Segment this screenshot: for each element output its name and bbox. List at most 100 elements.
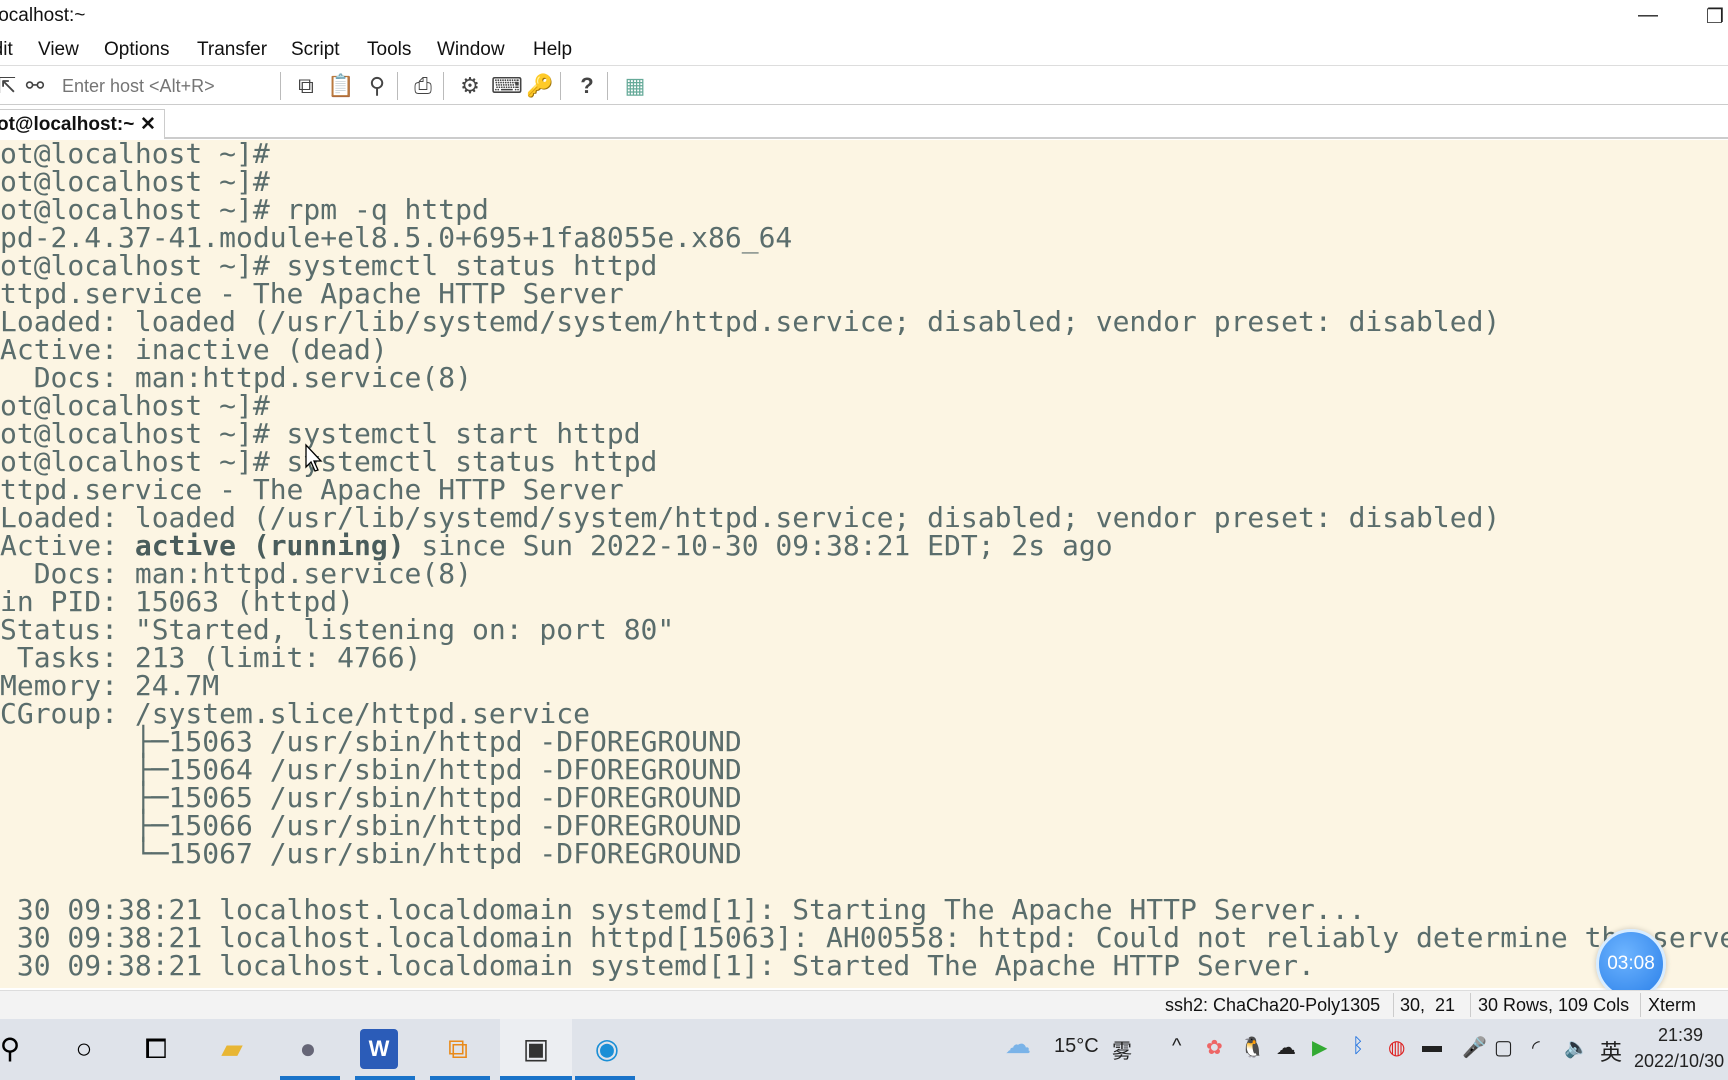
search-icon[interactable]: ⚲ [0, 1029, 32, 1069]
toolbar-divider [443, 72, 444, 100]
wifi-icon[interactable]: ◜ [1532, 1035, 1540, 1060]
running-indicator [575, 1076, 635, 1080]
toolbar-divider [607, 72, 608, 100]
running-indicator [500, 1076, 572, 1080]
terminal-line: Loaded: loaded (/usr/lib/systemd/system/… [0, 308, 1728, 336]
copy-icon[interactable]: ⧉ [291, 72, 321, 100]
menu-help[interactable]: Help [533, 39, 572, 61]
terminal-line: [root@localhost ~]# systemctl start http… [0, 420, 1728, 448]
menu-transfer[interactable]: Transfer [197, 39, 267, 61]
print-icon[interactable]: ⎙ [408, 72, 438, 100]
status-divider [1470, 993, 1471, 1017]
help-icon[interactable]: ? [572, 72, 602, 100]
cipher-status: ssh2: ChaCha20-Poly1305 [1165, 995, 1381, 1015]
weather-icon[interactable]: ☁ [1005, 1029, 1031, 1060]
toolbar: ⇱ ⚯ ⧉ 📋 ⚲ ⎙ ⚙ ⌨ 🔑 ? ▦ [0, 67, 1728, 105]
terminal-text: Oct 30 09:38:21 localhost.localdomain sy… [0, 949, 1315, 982]
task-view-icon[interactable]: ⧠ [134, 1029, 178, 1069]
terminal-line: Tasks: 213 (limit: 4766) [0, 644, 1728, 672]
menu-window[interactable]: Window [437, 39, 505, 61]
paste-icon[interactable]: 📋 [326, 72, 356, 100]
onedrive-off-icon[interactable]: ☁ [1276, 1035, 1296, 1060]
status-bar: ssh2: ChaCha20-Poly1305 30, 21 30 Rows, … [0, 990, 1728, 1019]
title-bar: localhost:~ — ❐ [0, 0, 1728, 34]
find-icon[interactable]: ⚲ [362, 72, 392, 100]
cortana-icon[interactable]: ○ [62, 1029, 106, 1069]
key-icon[interactable]: 🔑 [525, 72, 555, 100]
tab-bar: root@localhost:~ ✕ [0, 106, 1728, 139]
sftp-icon[interactable]: ▦ [620, 72, 650, 100]
mouse-cursor-icon [305, 443, 323, 472]
terminal-line: Active: inactive (dead) [0, 336, 1728, 364]
status-divider [1393, 993, 1394, 1017]
terminal-line: Oct 30 09:38:21 localhost.localdomain ht… [0, 924, 1728, 952]
cursor-position: 30, 21 [1400, 995, 1456, 1015]
terminal-size: 30 Rows, 109 Cols [1478, 995, 1630, 1015]
avatar-app-icon[interactable]: ● [286, 1029, 330, 1069]
host-input[interactable] [50, 72, 280, 100]
emulation: Xterm [1648, 995, 1697, 1015]
terminal-line: [root@localhost ~]# systemctl status htt… [0, 448, 1728, 476]
power-icon[interactable]: ▬ [1422, 1035, 1442, 1058]
terminal[interactable]: [root@localhost ~]#[root@localhost ~]#[r… [0, 140, 1728, 988]
terminal-line: [root@localhost ~]# systemctl status htt… [0, 252, 1728, 280]
terminal-line: ● httpd.service - The Apache HTTP Server [0, 280, 1728, 308]
settings-icon[interactable]: ⚙ [455, 72, 485, 100]
show-hidden-icons-icon[interactable]: ^ [1172, 1035, 1181, 1058]
terminal-line: ├─15065 /usr/sbin/httpd -DFOREGROUND [0, 784, 1728, 812]
terminal-line: CGroup: /system.slice/httpd.service [0, 700, 1728, 728]
menu-options[interactable]: Options [104, 39, 169, 61]
terminal-line: Memory: 24.7M [0, 672, 1728, 700]
terminal-line: └─15067 /usr/sbin/httpd -DFOREGROUND [0, 840, 1728, 868]
terminal-text: └─15067 /usr/sbin/httpd -DFOREGROUND [0, 837, 742, 870]
menu-edit[interactable]: Edit [0, 39, 13, 61]
qq-icon[interactable]: 🐧 [1240, 1035, 1265, 1060]
volume-icon[interactable]: 🔈 [1564, 1035, 1589, 1060]
terminal-line: [root@localhost ~]# [0, 168, 1728, 196]
word-icon[interactable]: W [360, 1029, 398, 1069]
reconnect-icon[interactable]: ⇱ [0, 72, 22, 100]
media-icon[interactable]: ▶ [1312, 1035, 1327, 1060]
edge-icon[interactable]: ◉ [585, 1029, 629, 1069]
terminal-line: Docs: man:httpd.service(8) [0, 364, 1728, 392]
restore-icon[interactable]: ❐ [1700, 4, 1728, 30]
terminal-line: Main PID: 15063 (httpd) [0, 588, 1728, 616]
weather-temp[interactable]: 15°C [1054, 1035, 1099, 1058]
weather-condition[interactable]: 雾 [1112, 1035, 1132, 1064]
terminal-text: since Sun 2022-10-30 09:38:21 EDT; 2s ag… [404, 529, 1113, 562]
netease-music-icon[interactable]: ◍ [1388, 1035, 1405, 1060]
bluetooth-icon[interactable]: ᛒ [1352, 1035, 1364, 1058]
menu-tools[interactable]: Tools [367, 39, 411, 61]
clock-time[interactable]: 21:39 [1658, 1025, 1703, 1046]
file-explorer-icon[interactable]: ▰ [210, 1029, 254, 1069]
recording-timer[interactable]: 03:08 [1596, 929, 1666, 999]
microphone-icon[interactable]: 🎤 [1462, 1035, 1487, 1060]
link-icon[interactable]: ⚯ [20, 72, 50, 100]
keymap-icon[interactable]: ⌨ [491, 72, 523, 100]
terminal-line: [root@localhost ~]# [0, 140, 1728, 168]
terminal-line: Docs: man:httpd.service(8) [0, 560, 1728, 588]
toolbar-divider [560, 72, 561, 100]
menu-view[interactable]: View [38, 39, 79, 61]
vmware-icon[interactable]: ⧉ [436, 1029, 480, 1069]
session-tab[interactable]: root@localhost:~ ✕ [0, 109, 165, 139]
clock-date[interactable]: 2022/10/30 [1634, 1051, 1724, 1072]
running-indicator [355, 1076, 415, 1080]
terminal-line: ├─15063 /usr/sbin/httpd -DFOREGROUND [0, 728, 1728, 756]
terminal-line: [root@localhost ~]# [0, 392, 1728, 420]
menu-script[interactable]: Script [291, 39, 340, 61]
terminal-line: Oct 30 09:38:21 localhost.localdomain sy… [0, 896, 1728, 924]
menu-bar: Edit View Options Transfer Script Tools … [0, 34, 1728, 66]
status-divider [1640, 993, 1641, 1017]
close-icon[interactable]: ✕ [140, 113, 156, 136]
tray-app-icon[interactable]: ✿ [1206, 1035, 1223, 1060]
tab-label: root@localhost:~ [0, 114, 135, 135]
terminal-line: Oct 30 09:38:21 localhost.localdomain sy… [0, 952, 1728, 980]
terminal-line: ├─15064 /usr/sbin/httpd -DFOREGROUND [0, 756, 1728, 784]
ime-indicator[interactable]: 英 [1600, 1035, 1622, 1067]
securecrt-icon[interactable]: ▣ [514, 1029, 558, 1069]
terminal-line: Active: active (running) since Sun 2022-… [0, 532, 1728, 560]
display-icon[interactable]: ▢ [1494, 1035, 1513, 1060]
minimize-icon[interactable]: — [1633, 4, 1663, 30]
